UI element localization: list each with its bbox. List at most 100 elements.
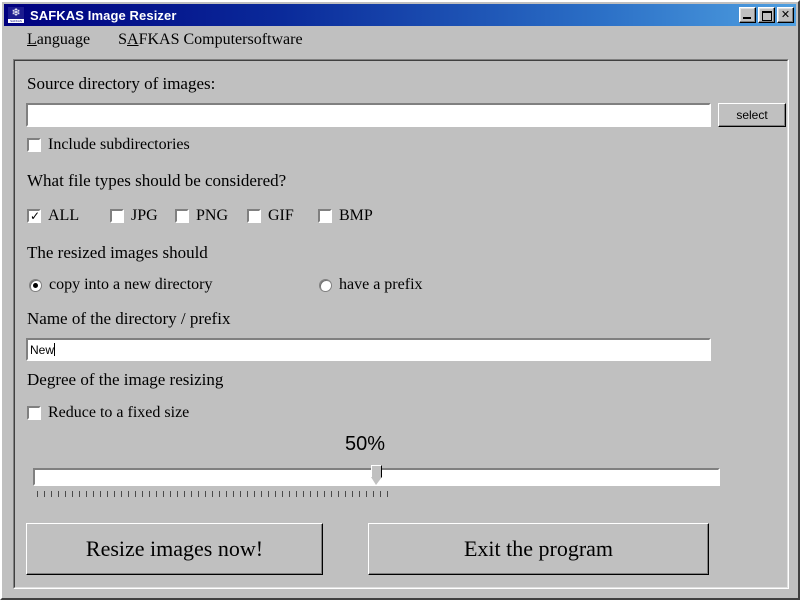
application-window: ❄ SAFKAS SAFKAS Image Resizer ✕ Language…	[0, 0, 800, 600]
reduce-fixed-size-label: Reduce to a fixed size	[48, 404, 190, 421]
select-directory-button[interactable]: select	[718, 103, 786, 127]
slider-tick	[205, 491, 206, 497]
checkbox-box	[27, 406, 41, 420]
checkbox-box	[318, 209, 332, 223]
title-bar[interactable]: ❄ SAFKAS SAFKAS Image Resizer ✕	[4, 4, 796, 26]
name-directory-prefix-value: New	[30, 342, 55, 357]
reduce-fixed-size-checkbox[interactable]: Reduce to a fixed size	[27, 404, 189, 422]
close-icon: ✕	[780, 8, 791, 21]
slider-thumb[interactable]	[371, 465, 382, 486]
slider-tick	[58, 491, 59, 497]
file-types-question-label: What file types should be considered?	[27, 171, 287, 190]
text-caret	[54, 343, 56, 356]
window-title: SAFKAS Image Resizer	[30, 7, 177, 23]
slider-tick	[114, 491, 115, 497]
menu-prefix-safkas: S	[118, 31, 127, 48]
slider-tick	[247, 491, 248, 497]
slider-tick	[366, 491, 367, 497]
menu-item-safkas-computersoftware[interactable]: SAFKAS Computersoftware	[109, 29, 311, 51]
resize-images-button[interactable]: Resize images now!	[26, 523, 323, 575]
checkbox-box: ✓	[27, 209, 41, 223]
slider-tick	[142, 491, 143, 497]
slider-tick	[324, 491, 325, 497]
slider-tick	[177, 491, 178, 497]
slider-tick	[254, 491, 255, 497]
slider-tick	[289, 491, 290, 497]
check-icon: ✓	[30, 209, 41, 223]
main-panel-inner: Source directory of images: select Inclu…	[14, 60, 788, 588]
close-button[interactable]: ✕	[777, 7, 794, 23]
include-subdirectories-checkbox[interactable]: Include subdirectories	[27, 136, 190, 154]
filetype-checkbox-png[interactable]: PNG	[175, 207, 228, 225]
exit-program-button[interactable]: Exit the program	[368, 523, 709, 575]
slider-tick	[296, 491, 297, 497]
slider-tick	[37, 491, 38, 497]
menu-label-language: anguage	[36, 31, 91, 48]
menu-bar: Language SAFKAS Computersoftware	[4, 27, 796, 53]
slider-tick	[275, 491, 276, 497]
checkbox-box	[110, 209, 124, 223]
slider-tick	[107, 491, 108, 497]
slider-tick	[282, 491, 283, 497]
slider-tick	[163, 491, 164, 497]
slider-tick	[373, 491, 374, 497]
menu-label-safkas: FKAS Computersoftware	[138, 31, 303, 48]
checkbox-box	[247, 209, 261, 223]
source-directory-input[interactable]	[26, 103, 711, 127]
slider-tick	[317, 491, 318, 497]
maximize-button[interactable]	[758, 7, 775, 23]
filetype-checkbox-bmp[interactable]: BMP	[318, 207, 373, 225]
radio-dot	[33, 282, 38, 288]
slider-tick	[338, 491, 339, 497]
slider-value-label: 50%	[344, 433, 386, 455]
name-directory-prefix-label: Name of the directory / prefix	[27, 309, 231, 328]
radio-copy-into-new-directory[interactable]: copy into a new directory	[29, 276, 213, 294]
slider-tick	[100, 491, 101, 497]
filetype-checkbox-jpg[interactable]: JPG	[110, 207, 158, 225]
slider-tick	[72, 491, 73, 497]
filetype-label-png: PNG	[196, 207, 229, 224]
filetype-label-gif: GIF	[268, 207, 294, 224]
slider-tick	[310, 491, 311, 497]
include-subdirectories-label: Include subdirectories	[48, 136, 190, 153]
checkbox-box	[175, 209, 189, 223]
slider-tick	[128, 491, 129, 497]
slider-tick	[191, 491, 192, 497]
resize-slider[interactable]	[33, 465, 720, 505]
slider-tick	[240, 491, 241, 497]
menu-item-language[interactable]: Language	[18, 29, 99, 51]
slider-tick	[303, 491, 304, 497]
menu-mnemonic-safkas: A	[127, 31, 139, 48]
filetype-checkbox-all[interactable]: ✓ ALL	[27, 207, 79, 225]
slider-tick	[212, 491, 213, 497]
slider-tick	[198, 491, 199, 497]
resize-mode-label: The resized images should	[27, 243, 208, 262]
name-directory-prefix-input[interactable]: New	[26, 338, 711, 361]
slider-tick	[121, 491, 122, 497]
slider-tick	[219, 491, 220, 497]
filetype-label-all: ALL	[48, 207, 80, 224]
slider-tick	[184, 491, 185, 497]
slider-tick	[156, 491, 157, 497]
slider-tick	[359, 491, 360, 497]
radio-label-copy-into-new-directory: copy into a new directory	[49, 276, 213, 293]
minimize-button[interactable]	[739, 7, 756, 23]
slider-tick	[149, 491, 150, 497]
snowflake-logo-icon: ❄ SAFKAS	[7, 6, 25, 24]
degree-resizing-label: Degree of the image resizing	[27, 370, 224, 389]
checkbox-box	[27, 138, 41, 152]
filetype-checkbox-gif[interactable]: GIF	[247, 207, 294, 225]
slider-tick	[233, 491, 234, 497]
slider-tick	[51, 491, 52, 497]
slider-tick	[352, 491, 353, 497]
slider-tick	[226, 491, 227, 497]
radio-label-have-a-prefix: have a prefix	[339, 276, 423, 293]
radio-box	[319, 278, 332, 292]
slider-tick	[380, 491, 381, 497]
radio-have-a-prefix[interactable]: have a prefix	[319, 276, 423, 294]
radio-box	[29, 278, 42, 292]
slider-tick	[170, 491, 171, 497]
source-directory-label: Source directory of images:	[27, 74, 216, 93]
main-panel: Source directory of images: select Inclu…	[13, 59, 789, 589]
slider-tick	[268, 491, 269, 497]
